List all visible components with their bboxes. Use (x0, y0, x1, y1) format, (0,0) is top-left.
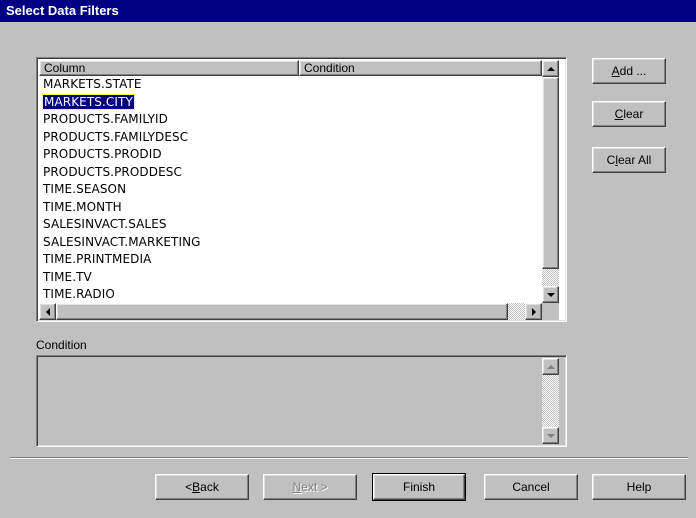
scroll-left-button[interactable] (39, 303, 56, 320)
dialog-title: Select Data Filters (6, 3, 119, 18)
back-button[interactable]: < Back (155, 474, 249, 500)
scroll-right-icon (531, 307, 536, 316)
list-item[interactable]: TIME.SEASON (39, 181, 542, 199)
column-header-condition[interactable]: Condition (299, 60, 542, 76)
filter-list[interactable]: Column Condition MARKETS.STATE MARKETS.CI… (36, 57, 567, 322)
condition-scroll-down-button[interactable] (542, 427, 559, 444)
next-button[interactable]: Next > (263, 474, 357, 500)
vertical-scroll-thumb[interactable] (542, 77, 559, 269)
clear-button-label-post: lear (623, 107, 644, 121)
scroll-right-button[interactable] (525, 303, 542, 320)
list-item-label: MARKETS.CITY (42, 93, 135, 110)
list-item[interactable]: MARKETS.CITY (39, 93, 542, 112)
next-accesskey: N (292, 480, 302, 494)
list-item-label: PRODUCTS.PRODID (43, 147, 162, 161)
list-item-label: SALESINVACT.SALES (43, 217, 167, 231)
condition-scroll-track[interactable] (542, 375, 559, 427)
list-item[interactable]: PRODUCTS.PRODDESC (39, 164, 542, 182)
title-bar: Select Data Filters (0, 0, 696, 22)
horizontal-scroll-track[interactable] (508, 303, 525, 320)
list-item-label: PRODUCTS.FAMILYDESC (43, 129, 189, 144)
back-accesskey: B (192, 480, 201, 494)
list-item[interactable]: TIME.PRINTMEDIA (39, 251, 542, 269)
list-item[interactable]: TIME.TV (39, 269, 542, 287)
horizontal-scrollbar[interactable] (39, 303, 542, 320)
condition-label: Condition (36, 338, 87, 352)
scroll-down-button[interactable] (542, 286, 559, 303)
scroll-up-icon (546, 364, 555, 369)
list-item-label: SALESINVACT.MARKETING (43, 234, 201, 249)
separator (10, 457, 688, 459)
clear-all-label-pre: C (606, 153, 616, 167)
list-item-label: TIME.TV (43, 269, 92, 284)
add-button-accesskey: A (611, 64, 620, 78)
scrollbar-corner (542, 303, 559, 320)
cancel-button[interactable]: Cancel (484, 474, 578, 500)
list-item[interactable]: PRODUCTS.FAMILYID (39, 111, 542, 129)
list-item[interactable]: PRODUCTS.PRODID (39, 146, 542, 164)
column-header-column[interactable]: Column (39, 60, 299, 76)
condition-textarea[interactable] (36, 355, 567, 447)
list-item[interactable]: MARKETS.STATE (39, 76, 542, 94)
list-item-label: MARKETS.STATE (43, 77, 142, 91)
finish-label: Finish (402, 480, 435, 494)
scroll-up-icon (546, 66, 555, 71)
list-item-label: TIME.PRINTMEDIA (43, 252, 152, 266)
scroll-up-button[interactable] (542, 60, 559, 77)
back-label-post: ack (200, 480, 219, 494)
list-rows: MARKETS.STATE MARKETS.CITY PRODUCTS.FAMILY… (39, 76, 542, 303)
list-item-label: PRODUCTS.FAMILYID (43, 112, 168, 126)
list-item[interactable]: TIME.RADIO (39, 286, 542, 303)
dialog-panel: Column Condition MARKETS.STATE MARKETS.CI… (0, 22, 696, 518)
scroll-down-icon (546, 292, 555, 297)
finish-button[interactable]: Finish (373, 474, 465, 500)
add-button-label-post: dd ... (619, 64, 647, 78)
list-item[interactable]: PRODUCTS.FAMILYDESC (39, 129, 542, 147)
clear-button[interactable]: Clear (592, 101, 666, 127)
help-label: Help (626, 480, 652, 494)
list-item[interactable]: SALESINVACT.SALES (39, 216, 542, 234)
column-header-label: Column (44, 61, 86, 75)
clear-button-accesskey: C (614, 107, 624, 121)
scroll-left-icon (45, 307, 50, 316)
clear-all-label-post: ear All (617, 153, 652, 167)
finish-button-frame: Finish (372, 473, 466, 501)
list-item-label: TIME.MONTH (43, 199, 122, 214)
list-item[interactable]: SALESINVACT.MARKETING (39, 234, 542, 252)
next-label-post: ext > (301, 480, 328, 494)
help-button[interactable]: Help (592, 474, 686, 500)
list-item-label: PRODUCTS.PRODDESC (43, 164, 182, 179)
list-item-label: TIME.RADIO (43, 287, 115, 301)
vertical-scroll-track[interactable] (542, 269, 559, 286)
condition-header-label: Condition (304, 61, 355, 75)
list-item-label: TIME.SEASON (43, 182, 127, 196)
cancel-label: Cancel (512, 480, 550, 494)
list-item[interactable]: TIME.MONTH (39, 199, 542, 217)
horizontal-scroll-thumb[interactable] (56, 303, 508, 320)
back-label-pre: < (185, 480, 193, 494)
scroll-down-icon (546, 433, 555, 438)
condition-scrollbar[interactable] (542, 358, 559, 444)
clear-all-button[interactable]: Cl ear All (592, 147, 666, 173)
add-button[interactable]: Add ... (592, 58, 666, 84)
condition-scroll-up-button[interactable] (542, 358, 559, 375)
vertical-scrollbar[interactable] (542, 60, 559, 303)
